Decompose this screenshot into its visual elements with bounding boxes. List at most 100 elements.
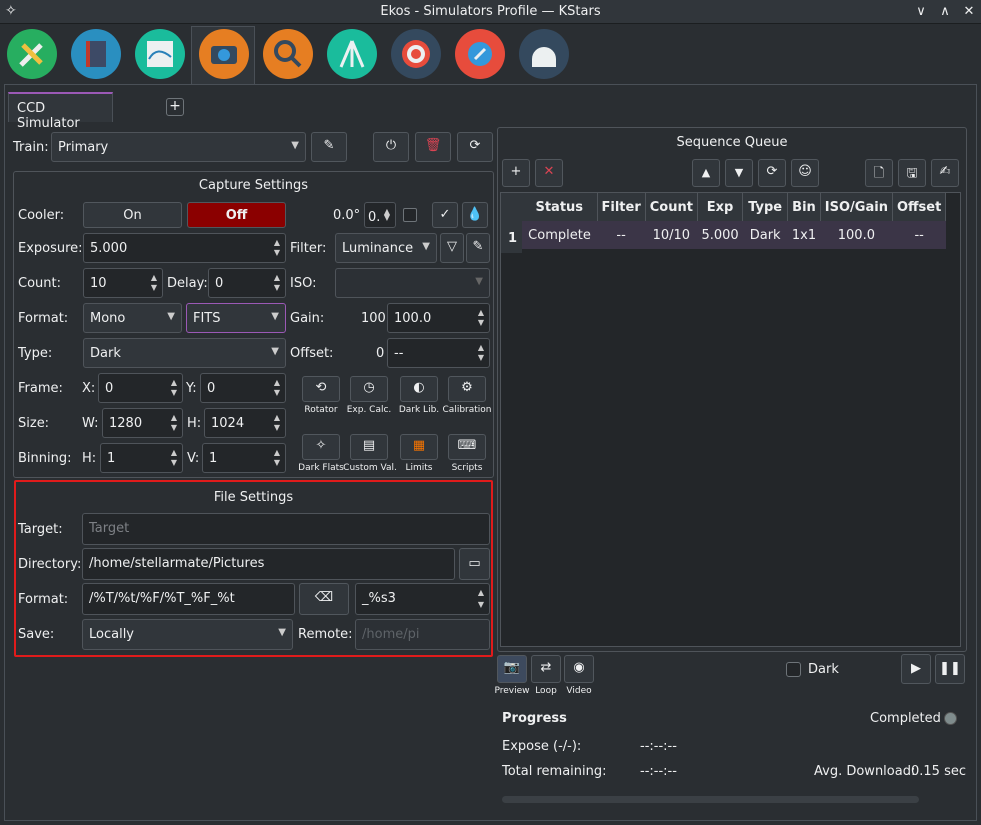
guide-module-icon[interactable] — [455, 29, 505, 79]
wand-icon: ✧ — [315, 438, 327, 453]
up-icon: ▲ — [273, 238, 280, 247]
bin-v-input[interactable]: 1 ▲ ▼ — [202, 443, 286, 473]
new-queue-button[interactable]: 🗋 — [865, 159, 893, 187]
frame-y-input[interactable]: 0 ▲ ▼ — [200, 373, 286, 403]
cooler-checkbox[interactable] — [403, 208, 417, 222]
col-count[interactable]: Count — [645, 193, 698, 221]
color-format-select[interactable]: Mono ▼ — [83, 303, 182, 333]
col-filter[interactable]: Filter — [597, 193, 646, 221]
setup-module-icon[interactable] — [7, 29, 57, 79]
cooler-on-button[interactable]: On — [83, 202, 182, 228]
remote-label: Remote: — [298, 627, 353, 642]
close-button[interactable]: ✕ — [960, 3, 978, 21]
maximize-button[interactable]: ∧ — [936, 3, 954, 21]
video-button[interactable]: ◉ — [564, 655, 594, 683]
filter-settings-button[interactable]: ▽ — [440, 233, 464, 263]
folder-icon: ▭ — [468, 556, 481, 571]
directory-input[interactable]: /home/stellarmate/Pictures — [82, 548, 455, 580]
cell-filter: -- — [597, 221, 646, 249]
limits-button[interactable]: ▦ — [400, 434, 438, 460]
dark-flats-button[interactable]: ✧ — [302, 434, 340, 460]
camera-icon: 📷 — [503, 660, 521, 675]
rotator-button[interactable]: ⟲ — [302, 376, 340, 402]
edit-train-button[interactable]: ✎ — [311, 132, 347, 162]
down-icon: ▼ — [150, 283, 157, 292]
file-type-select[interactable]: FITS ▼ — [186, 303, 286, 333]
col-iso-gain[interactable]: ISO/Gain — [820, 193, 893, 221]
save-location-select[interactable]: Locally ▼ — [82, 619, 293, 650]
capture-module-icon[interactable] — [199, 29, 249, 79]
focus-module-icon[interactable] — [263, 29, 313, 79]
offset-input[interactable]: -- ▲ ▼ — [387, 338, 490, 368]
scripts-button[interactable]: ⌨ — [448, 434, 486, 460]
delete-train-button[interactable]: 🗑 — [415, 132, 451, 162]
bin-v-label: V: — [187, 451, 200, 466]
file-format-input[interactable]: /%T/%t/%F/%T_%F_%t — [82, 583, 295, 615]
analyze-module-icon[interactable] — [135, 29, 185, 79]
cell-exp: 5.000 — [697, 221, 743, 249]
exposure-input[interactable]: 5.000 ▲ ▼ — [83, 233, 286, 263]
add-tab-button[interactable]: + — [166, 98, 184, 116]
pause-icon: ❚❚ — [939, 661, 961, 676]
table-row[interactable]: Complete -- 10/10 5.000 Dark 1x1 100.0 -… — [522, 221, 946, 249]
apply-temperature-button[interactable]: ✓ — [432, 202, 458, 228]
minimize-button[interactable]: ∨ — [912, 3, 930, 21]
edit-filter-button[interactable]: ✎ — [466, 233, 490, 263]
pause-button[interactable]: ❚❚ — [935, 654, 965, 684]
user-button[interactable]: ☺ — [791, 159, 819, 187]
y-label: Y: — [186, 381, 197, 396]
row-number: 1 — [508, 231, 518, 246]
add-job-button[interactable]: + — [502, 159, 530, 187]
suffix-input[interactable]: _%s3 ▲ ▼ — [355, 583, 490, 615]
reset-queue-button[interactable]: ⟳ — [758, 159, 786, 187]
dark-checkbox[interactable] — [786, 662, 801, 677]
h-label: H: — [187, 416, 202, 431]
col-offset[interactable]: Offset — [892, 193, 947, 221]
move-down-button[interactable]: ▼ — [725, 159, 753, 187]
temperature-setpoint[interactable]: 0. ▲ ▼ — [364, 202, 396, 228]
browse-directory-button[interactable]: ▭ — [459, 548, 490, 580]
loop-button[interactable]: ⇄ — [531, 655, 561, 683]
filter-select[interactable]: Luminance ▼ — [335, 233, 437, 263]
col-bin[interactable]: Bin — [787, 193, 821, 221]
scheduler-module-icon[interactable] — [71, 29, 121, 79]
save-queue-as-button[interactable]: ✍ — [931, 159, 959, 187]
align-module-icon[interactable] — [391, 29, 441, 79]
power-button[interactable]: ⏻ — [373, 132, 409, 162]
tab-ccd-simulator[interactable]: CCD Simulator — [8, 92, 113, 131]
frame-type-select[interactable]: Dark ▼ — [83, 338, 286, 368]
col-exp[interactable]: Exp — [697, 193, 744, 221]
bin-h-input[interactable]: 1 ▲ ▼ — [100, 443, 183, 473]
limits-icon: ▦ — [412, 438, 426, 453]
format-label: Format: — [18, 311, 69, 326]
preview-button[interactable]: 📷 — [497, 655, 527, 683]
cooler-off-button[interactable]: Off — [187, 202, 286, 228]
gain-input[interactable]: 100.0 ▲ ▼ — [387, 303, 490, 333]
move-up-button[interactable]: ▲ — [692, 159, 720, 187]
save-queue-button[interactable]: 🖫 — [898, 159, 926, 187]
frame-width-input[interactable]: 1280 ▲ ▼ — [102, 408, 183, 438]
custom-values-button[interactable]: ▤ — [350, 434, 388, 460]
iso-select[interactable]: ▼ — [335, 268, 490, 298]
count-input[interactable]: 10 ▲ ▼ — [83, 268, 163, 298]
dew-heater-button[interactable]: 💧 — [462, 202, 488, 228]
delay-input[interactable]: 0 ▲ ▼ — [208, 268, 286, 298]
col-status[interactable]: Status — [522, 193, 598, 221]
col-type[interactable]: Type — [742, 193, 789, 221]
start-button[interactable]: ▶ — [901, 654, 931, 684]
target-input[interactable]: Target — [82, 513, 490, 545]
remote-directory-input[interactable]: /home/pi — [355, 619, 490, 650]
remove-job-button[interactable]: ✕ — [535, 159, 563, 187]
mount-module-icon[interactable] — [327, 29, 377, 79]
train-select[interactable]: Primary ▼ — [51, 132, 306, 162]
exposure-calculator-button[interactable]: ◷ — [350, 376, 388, 402]
clear-format-button[interactable]: ⌫ — [299, 583, 349, 615]
observatory-module-icon[interactable] — [519, 29, 569, 79]
calibration-button[interactable]: ⚙ — [448, 376, 486, 402]
frame-height-input[interactable]: 1024 ▲ ▼ — [204, 408, 286, 438]
refresh-button[interactable]: ⟳ — [457, 132, 493, 162]
dark-library-button[interactable]: ◐ — [400, 376, 438, 402]
queue-table: Status Filter Count Exp Type Bin ISO/Gai… — [522, 193, 947, 249]
remote-placeholder: /home/pi — [362, 627, 420, 642]
frame-x-input[interactable]: 0 ▲ ▼ — [98, 373, 183, 403]
